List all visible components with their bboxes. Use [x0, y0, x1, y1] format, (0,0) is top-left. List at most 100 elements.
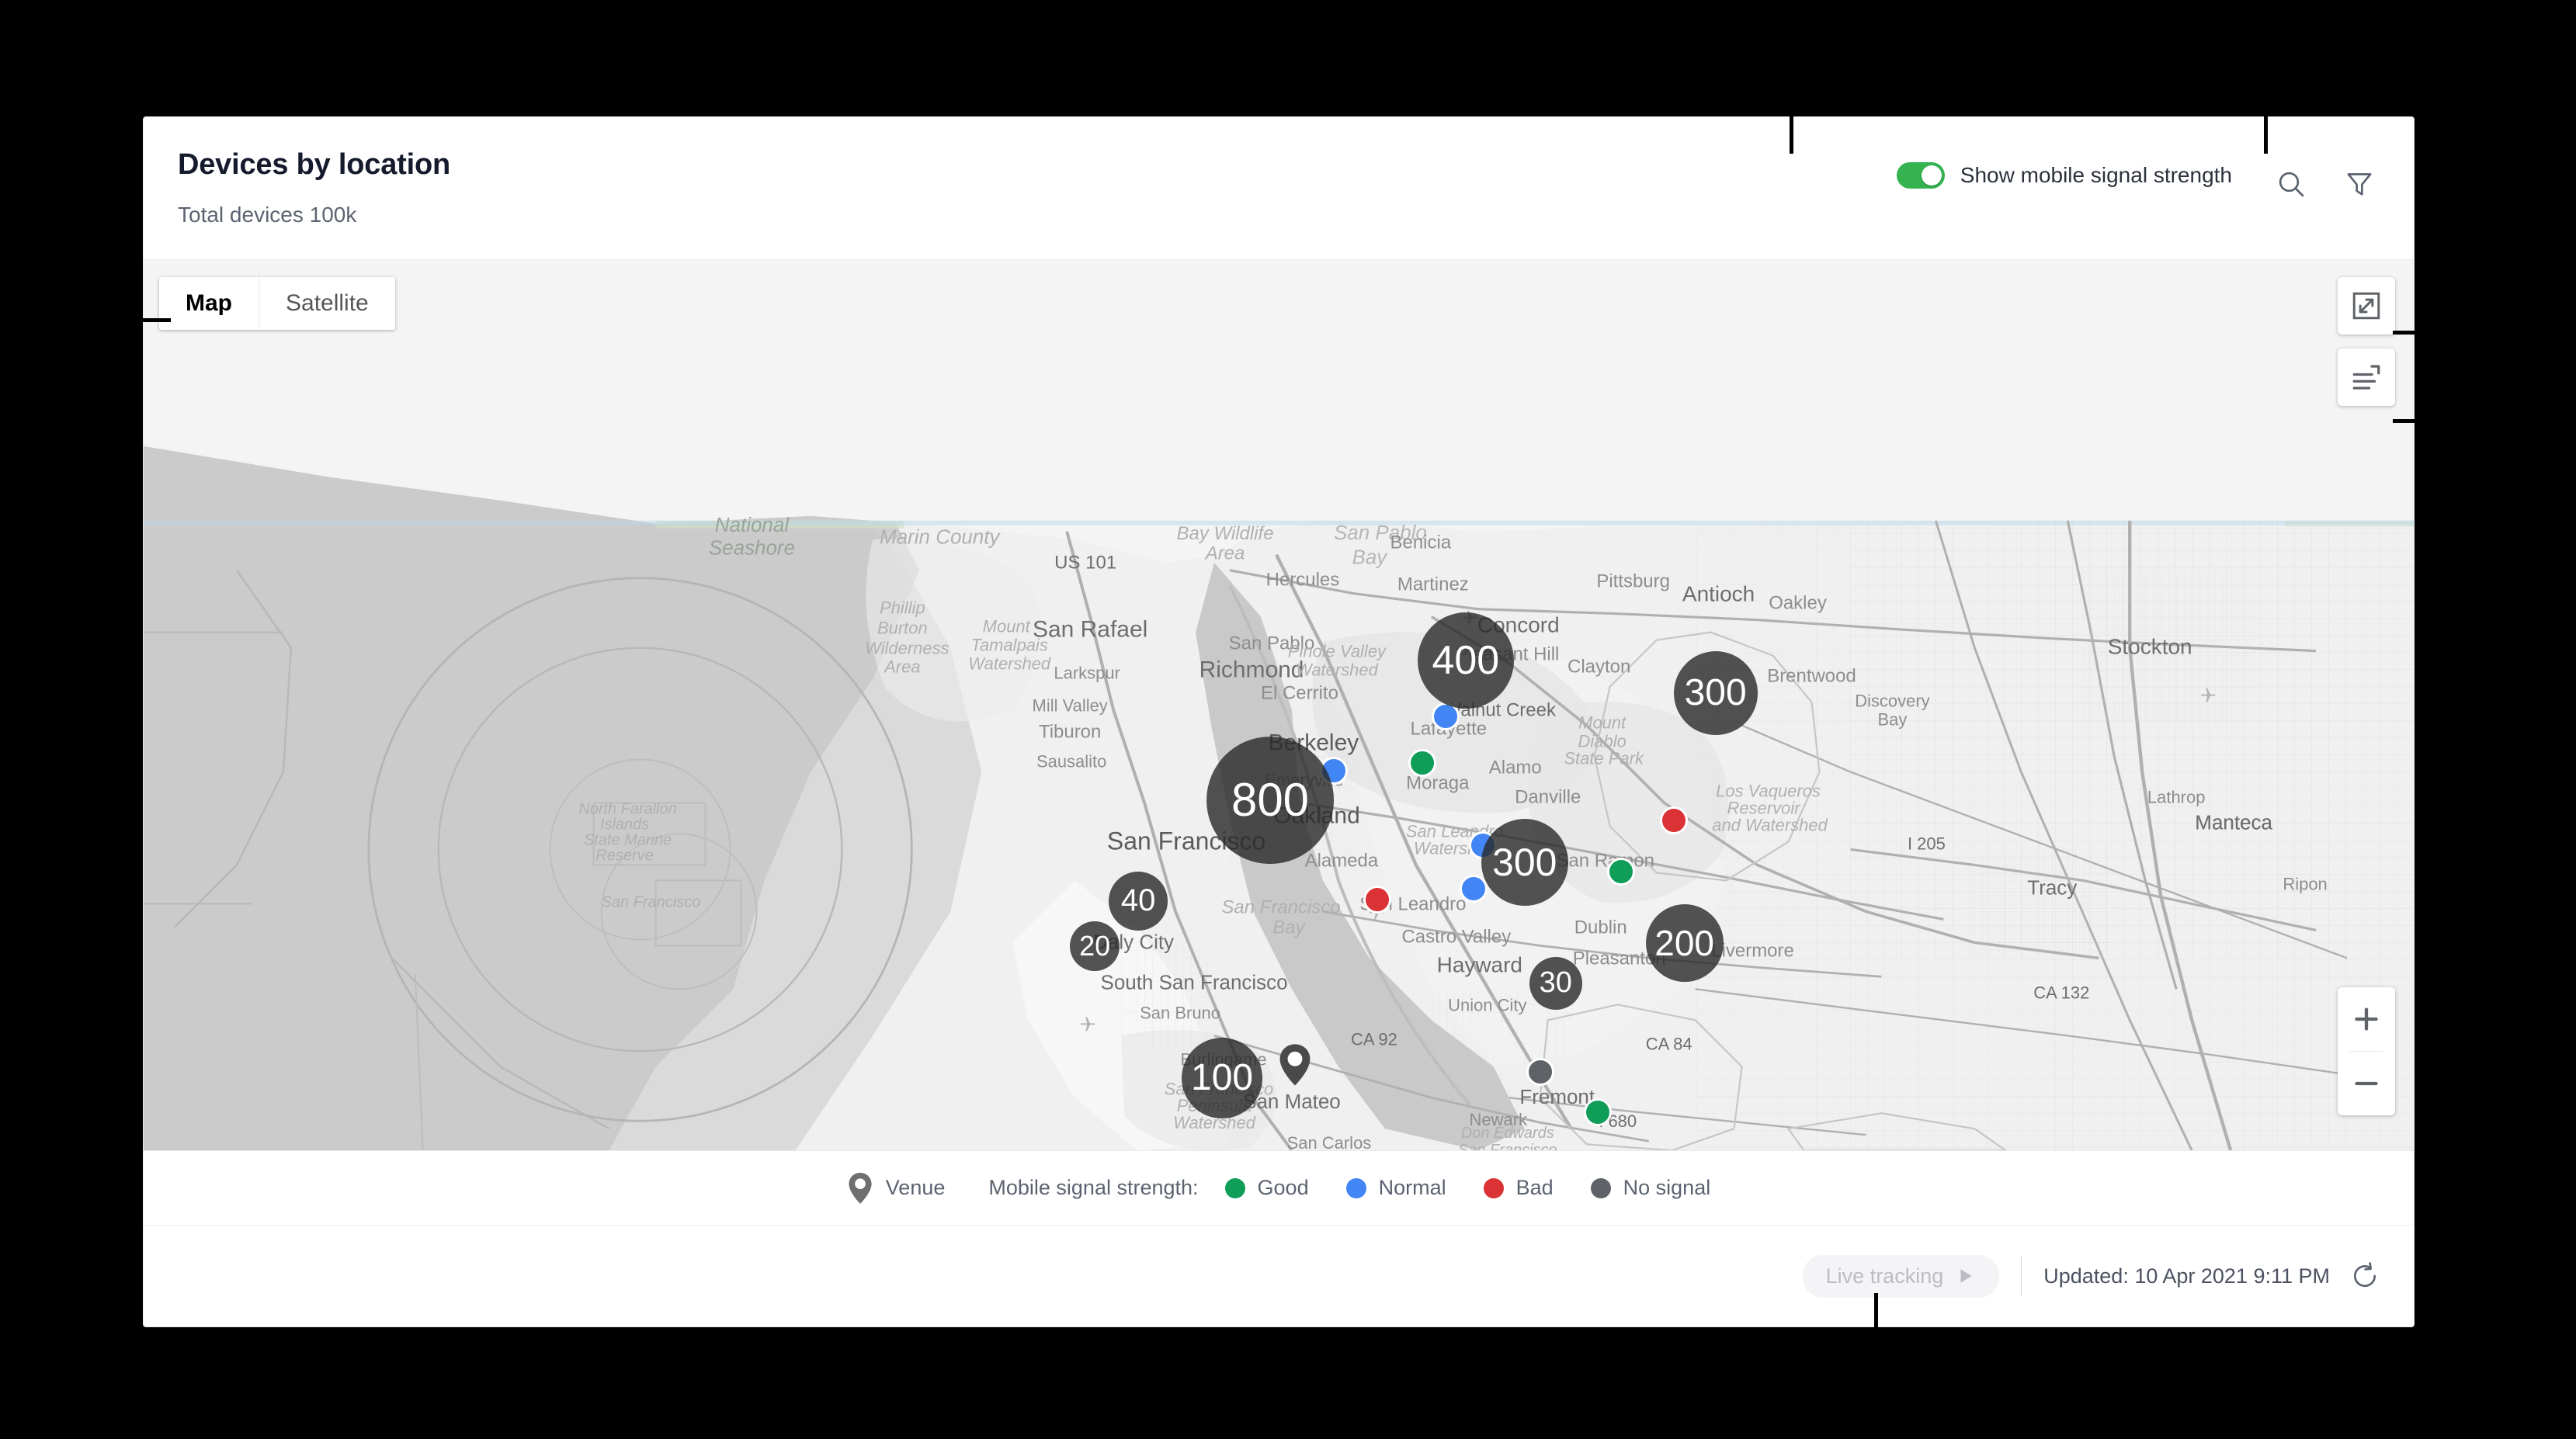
callout-line-live-tracking — [1874, 1293, 1878, 1333]
svg-text:CA 92: CA 92 — [1351, 1029, 1397, 1049]
legend-swatch — [1590, 1177, 1611, 1198]
legend-item-normal: Normal — [1345, 1176, 1446, 1200]
map-type-satellite[interactable]: Satellite — [259, 277, 395, 330]
svg-text:Area: Area — [883, 657, 920, 677]
venue-pin-marker[interactable] — [1278, 1043, 1312, 1091]
footer-divider — [2021, 1257, 2022, 1295]
legend-venue-label: Venue — [885, 1176, 946, 1199]
cluster-marker[interactable]: 40 — [1109, 872, 1168, 931]
live-tracking-label: Live tracking — [1825, 1264, 1944, 1288]
svg-text:US 101: US 101 — [1054, 553, 1116, 574]
legend-item-label: Normal — [1378, 1176, 1446, 1199]
svg-text:Discovery: Discovery — [1855, 692, 1929, 711]
svg-text:San Bruno: San Bruno — [1140, 1003, 1220, 1022]
map-type-switcher[interactable]: Map Satellite — [159, 277, 395, 330]
cluster-marker[interactable]: 300 — [1481, 819, 1568, 906]
callout-line-map-type — [143, 318, 171, 322]
legend-item-good: Good — [1224, 1176, 1309, 1200]
card-footer: Live tracking Updated: 10 Apr 2021 9:11 … — [144, 1226, 2414, 1326]
svg-text:Wilderness: Wilderness — [865, 639, 949, 658]
svg-text:Danville: Danville — [1515, 787, 1581, 808]
svg-text:Hayward: Hayward — [1437, 952, 1522, 976]
svg-text:Sausalito: Sausalito — [1036, 752, 1106, 772]
map-legend: Venue Mobile signal strength: Good Normal… — [144, 1151, 2414, 1226]
svg-text:Ripon: Ripon — [2283, 874, 2327, 893]
svg-text:San Francisco: San Francisco — [1458, 1142, 1557, 1150]
svg-text:Hercules: Hercules — [1266, 570, 1340, 591]
svg-text:San Francisco: San Francisco — [1221, 896, 1340, 917]
legend-item-label: Bad — [1515, 1176, 1554, 1199]
legend-swatch — [1345, 1177, 1366, 1198]
svg-text:Dublin: Dublin — [1574, 917, 1627, 938]
svg-text:Manteca: Manteca — [2195, 810, 2272, 834]
svg-text:San Ramon: San Ramon — [1556, 850, 1654, 871]
signal-dot-good[interactable] — [1606, 858, 1635, 886]
svg-text:Reserve: Reserve — [595, 847, 653, 864]
zoom-in-button[interactable] — [2338, 987, 2395, 1051]
svg-text:National: National — [715, 513, 790, 536]
cluster-marker[interactable]: 800 — [1206, 737, 1334, 864]
svg-text:Fremont: Fremont — [1519, 1085, 1595, 1108]
cluster-marker[interactable]: 20 — [1070, 921, 1120, 971]
cluster-marker[interactable]: 30 — [1529, 957, 1582, 1010]
svg-text:State Park: State Park — [1564, 749, 1644, 768]
svg-text:San Rafael: San Rafael — [1033, 617, 1147, 643]
svg-text:Tracy: Tracy — [2027, 876, 2077, 899]
svg-text:Clayton: Clayton — [1567, 657, 1630, 678]
svg-text:Larkspur: Larkspur — [1054, 664, 1120, 683]
cluster-marker[interactable]: 400 — [1417, 612, 1514, 709]
svg-text:San Francisco: San Francisco — [602, 893, 701, 910]
svg-text:Castro Valley: Castro Valley — [1401, 926, 1511, 947]
header-actions: Show mobile signal strength — [1896, 117, 2381, 260]
card-header: Devices by location Total devices 100k S… — [144, 117, 2414, 260]
svg-text:South San Francisco: South San Francisco — [1101, 970, 1288, 993]
svg-text:Stockton: Stockton — [2108, 635, 2192, 659]
search-icon[interactable] — [2269, 162, 2313, 206]
map-legend-icon[interactable] — [2338, 348, 2395, 406]
signal-dot-no-signal[interactable] — [1526, 1058, 1554, 1086]
last-updated-text: Updated: 10 Apr 2021 9:11 PM — [2043, 1264, 2330, 1288]
cluster-marker[interactable]: 300 — [1673, 651, 1758, 735]
svg-text:Marin County: Marin County — [880, 525, 1001, 549]
svg-text:Alamo: Alamo — [1489, 758, 1542, 778]
svg-text:Brentwood: Brentwood — [1767, 666, 1856, 687]
signal-dot-good[interactable] — [1583, 1098, 1612, 1126]
callout-line-toggle — [1790, 116, 1793, 154]
devices-by-location-card: Devices by location Total devices 100k S… — [143, 116, 2415, 1327]
total-devices-subtitle: Total devices 100k — [178, 203, 357, 227]
map-basemap: NationalSeashore Marin County Bay Wildlife… — [144, 260, 2414, 1151]
callout-line-fullscreen — [2393, 331, 2501, 335]
legend-item-label: No signal — [1623, 1176, 1711, 1199]
signal-dot-good[interactable] — [1408, 749, 1436, 777]
svg-text:Pittsburg: Pittsburg — [1596, 571, 1670, 592]
svg-text:State Marine: State Marine — [584, 831, 672, 848]
cluster-marker[interactable]: 200 — [1645, 904, 1724, 982]
svg-text:Livermore: Livermore — [1711, 940, 1794, 961]
svg-text:Burton: Burton — [877, 619, 928, 638]
signal-dot-bad[interactable] — [1363, 886, 1391, 914]
devices-map[interactable]: National Seashore Marin County Bay Wildlife… — [144, 260, 2414, 1151]
map-zoom-controls — [2338, 987, 2395, 1115]
svg-text:Pinole Valley: Pinole Valley — [1288, 642, 1387, 661]
toggle-knob — [1921, 165, 1942, 186]
cluster-marker[interactable]: 100 — [1182, 1038, 1263, 1118]
signal-strength-toggle-group: Show mobile signal strength — [1896, 162, 2232, 189]
show-mobile-signal-strength-toggle[interactable] — [1896, 162, 1945, 189]
toggle-label: Show mobile signal strength — [1960, 163, 2232, 187]
svg-text:Martinez: Martinez — [1397, 574, 1469, 595]
svg-text:Islands: Islands — [600, 816, 649, 833]
svg-text:North Farallon: North Farallon — [578, 801, 677, 818]
map-type-map[interactable]: Map — [159, 277, 259, 330]
fullscreen-icon[interactable] — [2338, 277, 2395, 335]
svg-text:Bay: Bay — [1352, 546, 1389, 569]
svg-text:Watershed: Watershed — [1296, 661, 1379, 680]
filter-icon[interactable] — [2338, 162, 2381, 206]
signal-dot-normal[interactable] — [1459, 875, 1488, 903]
refresh-icon[interactable] — [2350, 1261, 2380, 1291]
svg-text:Lathrop: Lathrop — [2147, 788, 2206, 807]
zoom-out-button[interactable] — [2338, 1052, 2395, 1115]
svg-text:and Watershed: and Watershed — [1712, 815, 1828, 834]
live-tracking-button[interactable]: Live tracking — [1802, 1254, 2000, 1298]
svg-text:Bay Wildlife: Bay Wildlife — [1177, 523, 1274, 544]
signal-dot-bad[interactable] — [1659, 806, 1688, 834]
